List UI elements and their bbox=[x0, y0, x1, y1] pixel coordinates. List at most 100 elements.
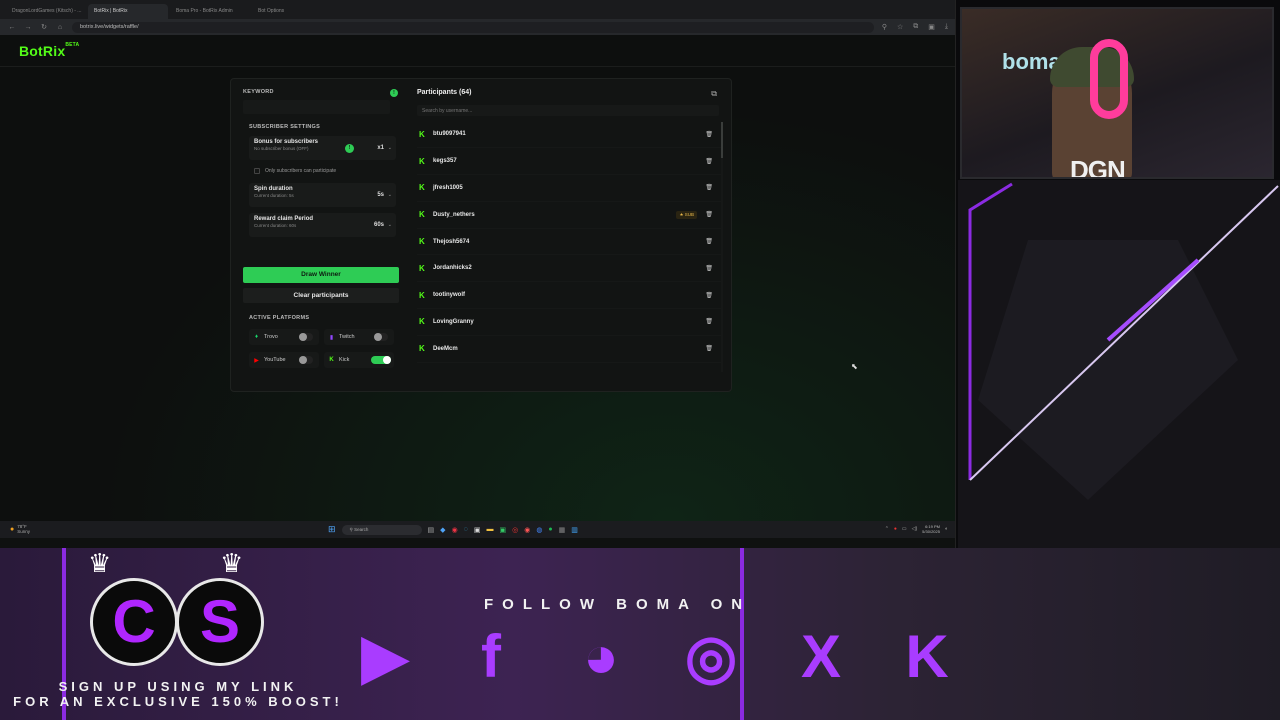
browser-tabbar: DragonLordGames (Kitsch) - ... BotRix | … bbox=[0, 0, 955, 19]
weather-desc: Sunny bbox=[17, 529, 30, 534]
notification-icon[interactable]: ◐ bbox=[945, 526, 948, 532]
trash-icon[interactable]: 🗑 bbox=[705, 211, 713, 218]
platform-label: Twitch bbox=[339, 334, 355, 340]
platform-trovo: ♦ Trovo bbox=[249, 329, 319, 345]
sidebar-icon[interactable]: ▣ bbox=[928, 23, 935, 31]
keyword-input[interactable] bbox=[243, 100, 390, 114]
kick-toggle[interactable] bbox=[371, 356, 391, 364]
info-icon[interactable]: ! bbox=[345, 144, 354, 153]
browser-tab[interactable]: Bot Options bbox=[252, 4, 332, 19]
reward-period-setting[interactable]: Reward claim Period Current duration: 60… bbox=[249, 213, 396, 237]
kick-icon: K bbox=[419, 210, 425, 220]
app-icon[interactable]: ▣ bbox=[474, 526, 481, 534]
extensions-icon[interactable]: ⧉ bbox=[913, 23, 918, 31]
forward-icon[interactable]: → bbox=[24, 24, 32, 31]
app-icon[interactable]: ◆ bbox=[440, 526, 445, 534]
chrome-icon[interactable]: ◉ bbox=[452, 526, 458, 534]
cs-logo-c: C bbox=[90, 578, 178, 666]
trash-icon[interactable]: 🗑 bbox=[705, 345, 713, 352]
chevron-down-icon[interactable]: ⌄ bbox=[388, 222, 392, 228]
system-tray: ⌃ ● ▭ ◁) 6:19 PM 5/30/2025 ◐ bbox=[885, 524, 948, 534]
draw-winner-button[interactable]: Draw Winner bbox=[243, 267, 399, 283]
folder-icon[interactable]: ▬ bbox=[486, 526, 493, 533]
edge-icon[interactable]: ◌ bbox=[464, 526, 468, 533]
youtube-toggle[interactable] bbox=[299, 356, 313, 364]
bonus-value[interactable]: x1 bbox=[377, 145, 384, 151]
bonus-title: Bonus for subscribers bbox=[254, 139, 319, 145]
keyword-label: KEYWORD bbox=[243, 89, 274, 95]
trash-icon[interactable]: 🗑 bbox=[705, 318, 713, 325]
scrollbar-thumb[interactable] bbox=[721, 121, 723, 158]
browser-tab-active[interactable]: BotRix | BotRix bbox=[88, 4, 168, 19]
download-icon[interactable]: ⤓ bbox=[945, 23, 948, 31]
participant-row: Ktootinywolf 🗑 bbox=[417, 282, 723, 310]
participant-name: tootinywolf bbox=[433, 292, 465, 299]
headset bbox=[1090, 39, 1128, 119]
tray-app-icon[interactable]: ● bbox=[894, 526, 897, 532]
task-view-icon[interactable]: ▤ bbox=[428, 526, 435, 534]
chevron-down-icon[interactable]: ⌄ bbox=[388, 192, 392, 198]
clock[interactable]: 6:19 PM 5/30/2025 bbox=[922, 524, 940, 534]
chevron-up-icon[interactable]: ⌃ bbox=[885, 526, 889, 532]
scrollbar[interactable] bbox=[721, 121, 723, 372]
reward-title: Reward claim Period bbox=[254, 216, 314, 222]
botrix-logo[interactable]: BotRixBETA bbox=[19, 42, 79, 59]
facebook-icon: f bbox=[481, 623, 501, 690]
bonus-subtitle: No subscriber bonus (OFF) bbox=[254, 146, 309, 151]
active-platforms-label: ACTIVE PLATFORMS bbox=[249, 315, 310, 321]
trash-icon[interactable]: 🗑 bbox=[705, 184, 713, 191]
kick-icon: K bbox=[419, 237, 425, 247]
volume-icon[interactable]: ◁) bbox=[912, 526, 918, 532]
trash-icon[interactable]: 🗑 bbox=[705, 131, 713, 138]
bookmark-star-icon[interactable]: ☆ bbox=[897, 23, 903, 31]
only-subscribers-option[interactable]: Only subscribers can participate bbox=[249, 165, 401, 177]
trovo-toggle[interactable] bbox=[299, 333, 313, 341]
bonus-setting[interactable]: Bonus for subscribers No subscriber bonu… bbox=[249, 136, 396, 160]
browser-tab[interactable]: Boma Pro - BotRix Admin bbox=[170, 4, 250, 19]
twitch-toggle[interactable] bbox=[374, 333, 388, 341]
spin-duration-setting[interactable]: Spin duration Current duration: 5s 5s ⌄ bbox=[249, 183, 396, 207]
participant-name: Thejosh5674 bbox=[433, 238, 470, 245]
taskbar-search[interactable]: ⚲ Search bbox=[341, 524, 422, 535]
kick-icon: K bbox=[419, 263, 425, 273]
network-icon[interactable]: ▭ bbox=[902, 526, 907, 532]
chevron-down-icon[interactable]: ⌄ bbox=[388, 145, 392, 151]
app-icon[interactable]: ◍ bbox=[536, 526, 542, 534]
trash-icon[interactable]: 🗑 bbox=[705, 158, 713, 165]
spin-title: Spin duration bbox=[254, 186, 293, 192]
participant-search-input[interactable] bbox=[417, 105, 719, 116]
app-icon[interactable]: ▦ bbox=[559, 526, 566, 534]
participant-row: K Jordanhicks2 🗑 bbox=[417, 255, 723, 283]
discord-icon: ◕ bbox=[582, 623, 620, 690]
copy-icon[interactable]: ⧉ bbox=[711, 89, 717, 99]
signup-text-line2: FOR AN EXCLUSIVE 150% BOOST! bbox=[13, 694, 343, 709]
app-icon[interactable]: ▥ bbox=[571, 526, 578, 534]
subscriber-settings: SUBSCRIBER SETTINGS Bonus for subscriber… bbox=[249, 124, 401, 237]
follow-text: FOLLOW BOMA ON bbox=[484, 596, 752, 613]
x-icon: X bbox=[800, 623, 842, 690]
kick-icon: K bbox=[419, 344, 425, 354]
raffle-panel: KEYWORD ! SUBSCRIBER SETTINGS Bonus for … bbox=[230, 78, 732, 392]
chrome-icon[interactable]: ◉ bbox=[524, 526, 530, 534]
trash-icon[interactable]: 🗑 bbox=[705, 292, 713, 299]
home-icon[interactable]: ⌂ bbox=[56, 24, 64, 31]
spin-value[interactable]: 5s bbox=[377, 192, 384, 198]
browser-tab[interactable]: DragonLordGames (Kitsch) - ... bbox=[6, 4, 86, 19]
trash-icon[interactable]: 🗑 bbox=[705, 238, 713, 245]
reload-icon[interactable]: ↻ bbox=[40, 23, 48, 31]
trash-icon[interactable]: 🗑 bbox=[705, 265, 713, 272]
url-field[interactable]: botrix.live/widgets/raffle/ bbox=[72, 21, 874, 33]
only-subscribers-checkbox[interactable] bbox=[254, 168, 260, 174]
spotify-icon[interactable]: ● bbox=[548, 526, 552, 533]
clear-participants-button[interactable]: Clear participants bbox=[243, 288, 399, 303]
windows-start-icon[interactable]: ⊞ bbox=[328, 524, 336, 535]
reward-value[interactable]: 60s bbox=[374, 222, 384, 228]
info-icon[interactable]: ! bbox=[390, 89, 398, 97]
participant-name: LovingGranny bbox=[433, 318, 474, 325]
weather-widget[interactable]: ● 78°F Sunny bbox=[10, 524, 30, 534]
back-icon[interactable]: ← bbox=[8, 24, 16, 31]
app-icon[interactable]: ◎ bbox=[512, 526, 518, 534]
app-icon[interactable]: ▣ bbox=[499, 526, 506, 534]
zoom-icon[interactable]: ⚲ bbox=[882, 23, 887, 31]
header-divider bbox=[0, 66, 955, 67]
